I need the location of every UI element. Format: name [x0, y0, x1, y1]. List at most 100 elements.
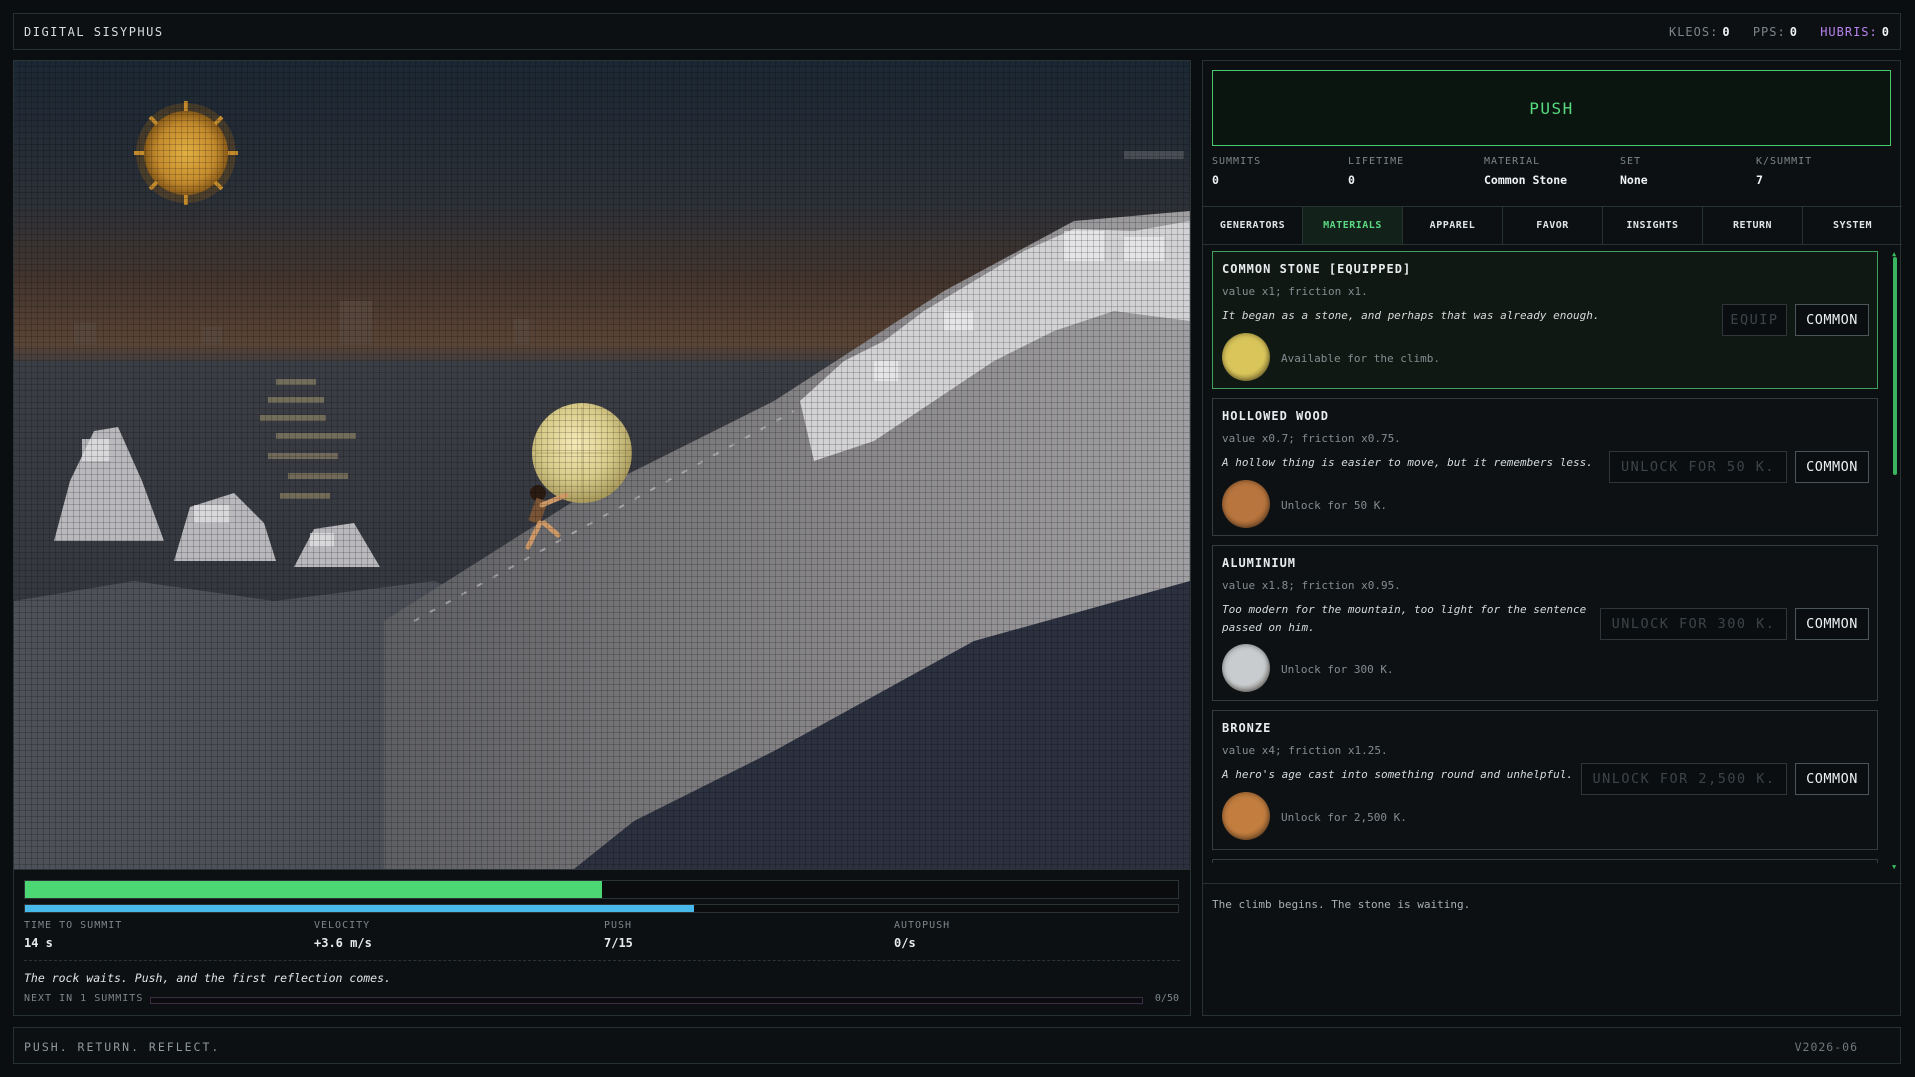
- material-status: Unlock for 2,500 K.: [1281, 811, 1407, 824]
- app-title: DIGITAL SISYPHUS: [24, 25, 164, 39]
- header-stats: KLEOS: 0 PPS: 0 HUBRIS: 0: [1669, 25, 1890, 39]
- metric-label: VELOCITY: [314, 920, 371, 931]
- next-reflection-row: NEXT IN 1 SUMMITS 0/50: [24, 993, 1179, 1005]
- tab-return[interactable]: RETURN: [1703, 207, 1803, 244]
- summit-progress-fill: [25, 881, 602, 898]
- material-orb-icon: [1222, 333, 1270, 381]
- materials-list[interactable]: COMMON STONE [EQUIPPED] value x1; fricti…: [1212, 251, 1880, 863]
- mountain-scene: [14, 61, 1190, 869]
- metric-value: 0/s: [894, 936, 916, 950]
- stat-k-per-summit: K/SUMMIT 7: [1756, 156, 1892, 187]
- stat-label: K/SUMMIT: [1756, 156, 1813, 167]
- footer-tagline: PUSH. RETURN. REFLECT.: [24, 1040, 221, 1054]
- material-name: ALUMINIUM: [1222, 556, 1297, 570]
- game-scene[interactable]: [13, 60, 1191, 870]
- pps-value: 0: [1789, 25, 1798, 39]
- control-panel: PUSH SUMMITS 0 LIFETIME 0 MATERIAL Commo…: [1202, 60, 1902, 1017]
- footer-bar: PUSH. RETURN. REFLECT. V2026-06: [13, 1027, 1901, 1064]
- material-quote-line: passed on him.: [1222, 621, 1315, 634]
- version-label: V2026-06: [1794, 1040, 1858, 1054]
- divider: [24, 960, 1180, 961]
- summit-progress-bar: [24, 880, 1179, 899]
- stat-label: MATERIAL: [1484, 156, 1541, 167]
- materials-scrollbar[interactable]: ▲ ▼: [1892, 251, 1898, 871]
- metric-velocity: VELOCITY +3.6 m/s: [314, 920, 604, 950]
- stat-set: SET None: [1620, 156, 1756, 187]
- stat-value: Common Stone: [1484, 173, 1568, 187]
- stat-lifetime: LIFETIME 0: [1348, 156, 1484, 187]
- stat-value: 7: [1756, 173, 1763, 187]
- material-quote: It began as a stone, and perhaps that wa…: [1222, 309, 1600, 322]
- equip-button[interactable]: EQUIP: [1722, 304, 1787, 336]
- material-card-hollowed-wood: HOLLOWED WOOD value x0.7; friction x0.75…: [1212, 398, 1878, 536]
- material-orb-icon: [1222, 480, 1270, 528]
- scroll-down-icon[interactable]: ▼: [1892, 864, 1896, 871]
- unlock-button[interactable]: UNLOCK FOR 50 K.: [1609, 451, 1787, 483]
- rarity-button[interactable]: COMMON: [1795, 451, 1869, 483]
- unlock-button[interactable]: UNLOCK FOR 300 K.: [1600, 608, 1787, 640]
- stat-value: 0: [1212, 173, 1219, 187]
- rarity-button[interactable]: COMMON: [1795, 304, 1869, 336]
- stat-value: None: [1620, 173, 1648, 187]
- material-stats: value x1; friction x1.: [1222, 285, 1368, 298]
- material-card-bronze: BRONZE value x4; friction x1.25. A hero'…: [1212, 710, 1878, 850]
- hubris-value: 0: [1881, 25, 1890, 39]
- material-stats: value x0.7; friction x0.75.: [1222, 432, 1401, 445]
- material-stats: value x4; friction x1.25.: [1222, 744, 1388, 757]
- unlock-button[interactable]: UNLOCK FOR 2,500 K.: [1581, 763, 1787, 795]
- top-bar: DIGITAL SISYPHUS KLEOS: 0 PPS: 0 HUBRIS: 0: [13, 13, 1901, 50]
- stat-label: SUMMITS: [1212, 156, 1262, 167]
- scroll-thumb[interactable]: [1893, 257, 1897, 475]
- metric-autopush: AUTOPUSH 0/s: [894, 920, 1184, 950]
- metrics-row: TIME TO SUMMIT 14 s VELOCITY +3.6 m/s PU…: [24, 920, 1184, 950]
- metric-label: AUTOPUSH: [894, 920, 951, 931]
- metric-label: TIME TO SUMMIT: [24, 920, 123, 931]
- material-orb-icon: [1222, 792, 1270, 840]
- metric-value: 14 s: [24, 936, 53, 950]
- next-reflection-label: NEXT IN 1 SUMMITS: [24, 993, 144, 1004]
- metric-label: PUSH: [604, 920, 633, 931]
- material-card-common-stone: COMMON STONE [EQUIPPED] value x1; fricti…: [1212, 251, 1878, 389]
- material-status: Available for the climb.: [1281, 352, 1440, 365]
- stat-material: MATERIAL Common Stone: [1484, 156, 1620, 187]
- metric-value: 7/15: [604, 936, 633, 950]
- event-log: The climb begins. The stone is waiting.: [1203, 883, 1902, 1017]
- metric-push: PUSH 7/15: [604, 920, 894, 950]
- metric-time-to-summit: TIME TO SUMMIT 14 s: [24, 920, 314, 950]
- next-reflection-track: [150, 997, 1143, 1004]
- tab-apparel[interactable]: APPAREL: [1403, 207, 1503, 244]
- material-quote: Too modern for the mountain, too light f…: [1222, 601, 1586, 637]
- material-quote: A hero's age cast into something round a…: [1222, 768, 1573, 781]
- next-reflection-count: 0/50: [1154, 993, 1179, 1004]
- velocity-progress-bar: [24, 904, 1179, 913]
- tab-generators[interactable]: GENERATORS: [1203, 207, 1303, 244]
- rarity-button[interactable]: COMMON: [1795, 763, 1869, 795]
- push-button[interactable]: PUSH: [1212, 70, 1891, 146]
- tab-favor[interactable]: FAVOR: [1503, 207, 1603, 244]
- material-status: Unlock for 300 K.: [1281, 663, 1394, 676]
- material-card-next: [1212, 859, 1878, 863]
- kleos-value: 0: [1722, 25, 1731, 39]
- progress-panel: TIME TO SUMMIT 14 s VELOCITY +3.6 m/s PU…: [13, 870, 1191, 1016]
- material-orb-icon: [1222, 644, 1270, 692]
- metric-value: +3.6 m/s: [314, 936, 372, 950]
- material-quote-line: Too modern for the mountain, too light f…: [1222, 603, 1587, 616]
- tab-insights[interactable]: INSIGHTS: [1603, 207, 1703, 244]
- tab-system[interactable]: SYSTEM: [1803, 207, 1902, 244]
- run-stats: SUMMITS 0 LIFETIME 0 MATERIAL Common Sto…: [1212, 156, 1892, 187]
- tab-materials[interactable]: MATERIALS: [1303, 207, 1403, 244]
- material-name: COMMON STONE [EQUIPPED]: [1222, 262, 1412, 276]
- material-name: BRONZE: [1222, 721, 1272, 735]
- material-status: Unlock for 50 K.: [1281, 499, 1387, 512]
- log-line: The climb begins. The stone is waiting.: [1212, 898, 1471, 911]
- kleos-label: KLEOS:: [1668, 25, 1719, 39]
- material-card-aluminium: ALUMINIUM value x1.8; friction x0.95. To…: [1212, 545, 1878, 701]
- stat-summits: SUMMITS 0: [1212, 156, 1348, 187]
- stat-value: 0: [1348, 173, 1355, 187]
- velocity-progress-fill: [25, 905, 694, 912]
- rarity-button[interactable]: COMMON: [1795, 608, 1869, 640]
- stat-label: SET: [1620, 156, 1642, 167]
- pps-label: PPS:: [1752, 25, 1786, 39]
- material-name: HOLLOWED WOOD: [1222, 409, 1329, 423]
- tab-bar: GENERATORS MATERIALS APPAREL FAVOR INSIG…: [1203, 206, 1902, 245]
